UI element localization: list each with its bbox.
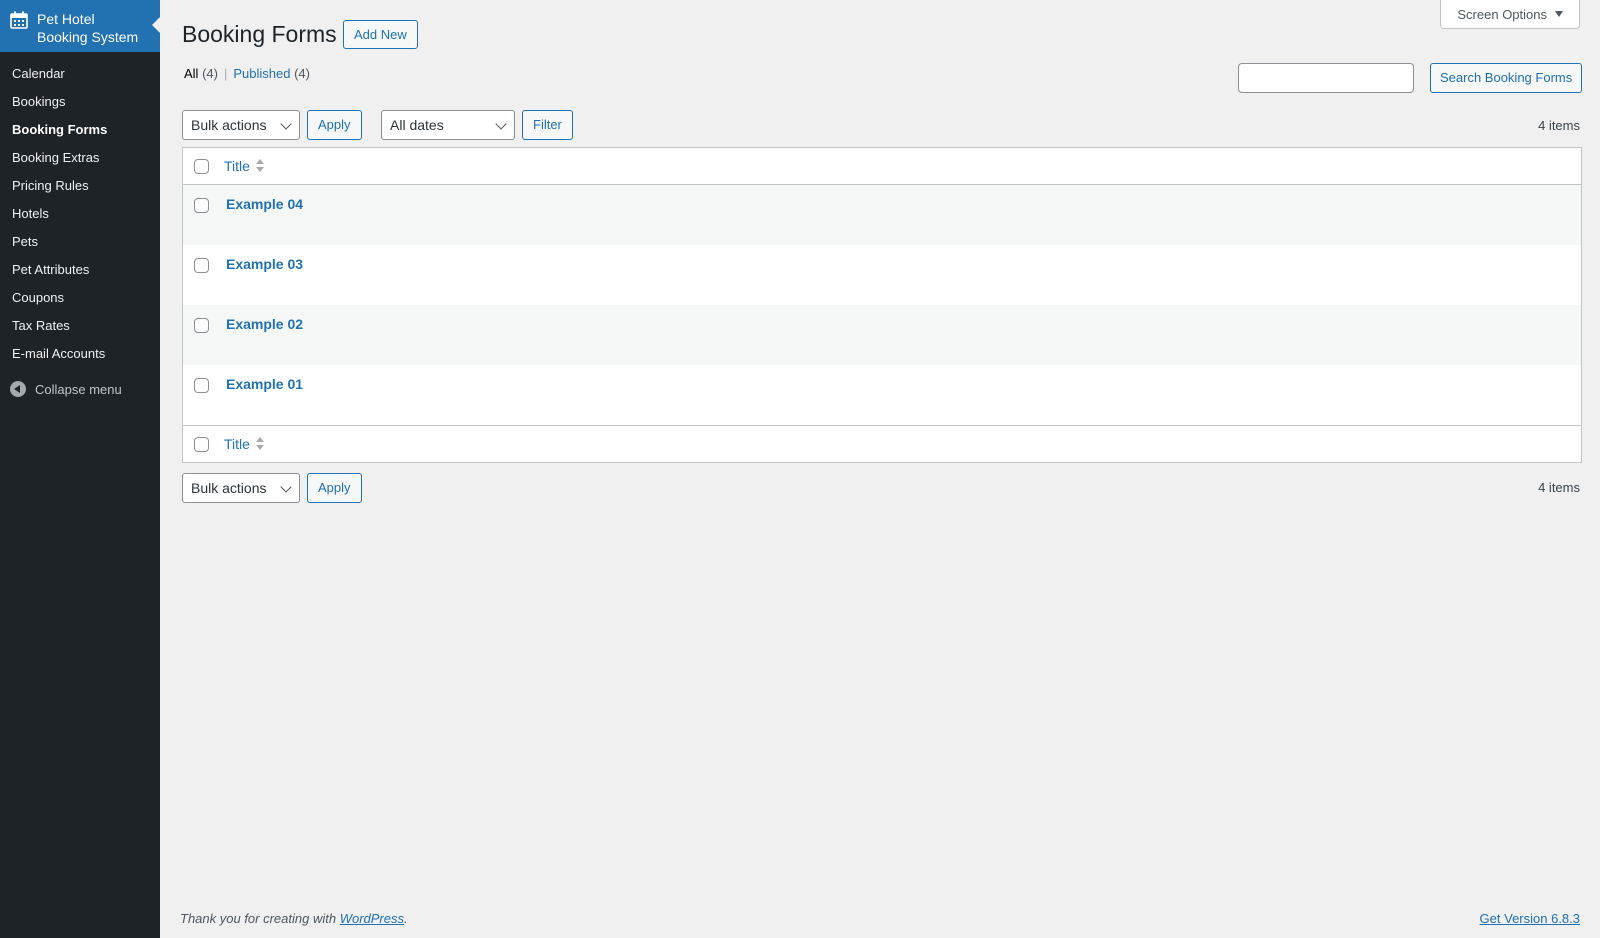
column-title-label: Title <box>224 436 250 452</box>
table-row: Example 02 <box>183 305 1581 365</box>
add-new-button[interactable]: Add New <box>343 20 418 49</box>
caret-down-icon <box>1555 11 1563 17</box>
column-title-header[interactable]: Title <box>224 158 264 174</box>
select-all-checkbox[interactable] <box>194 158 209 174</box>
filter-published-count: (4) <box>294 66 310 81</box>
filter-separator: | <box>223 66 228 81</box>
sidebar-item-booking-extras[interactable]: Booking Extras <box>0 144 160 172</box>
row-title-link[interactable]: Example 01 <box>226 376 303 392</box>
row-title-link[interactable]: Example 02 <box>226 316 303 332</box>
screen-options-label: Screen Options <box>1457 6 1547 22</box>
bulk-actions-select-top[interactable]: Bulk actions <box>182 110 300 140</box>
collapse-menu-button[interactable]: Collapse menu <box>0 372 160 406</box>
bulk-actions-select-bottom[interactable]: Bulk actions <box>182 473 300 503</box>
items-count-bottom: 4 items <box>1538 480 1580 495</box>
screen-options-button[interactable]: Screen Options <box>1440 0 1580 29</box>
sidebar-brand[interactable]: Pet Hotel Booking System <box>0 0 160 52</box>
main-content: Screen Options Booking Forms Add New All… <box>160 0 1600 938</box>
column-title-footer[interactable]: Title <box>224 436 264 452</box>
sort-icon <box>255 159 264 173</box>
bulk-actions-value: Bulk actions <box>191 117 267 133</box>
row-checkbox[interactable] <box>194 318 209 333</box>
row-title-link[interactable]: Example 03 <box>226 256 303 272</box>
sidebar-item-tax-rates[interactable]: Tax Rates <box>0 312 160 340</box>
calendar-icon <box>10 11 28 29</box>
filter-button[interactable]: Filter <box>522 110 573 140</box>
booking-forms-table: Title Example 04 Example 03 Example 02 E… <box>182 147 1582 463</box>
filter-all-link[interactable]: All (4) <box>184 66 218 81</box>
filter-published-link[interactable]: Published (4) <box>233 66 310 81</box>
chevron-down-icon <box>280 118 292 130</box>
row-checkbox[interactable] <box>194 198 209 213</box>
get-version-link[interactable]: Get Version 6.8.3 <box>1480 911 1580 926</box>
sidebar-item-calendar[interactable]: Calendar <box>0 60 160 88</box>
dates-filter-value: All dates <box>390 117 444 133</box>
wordpress-link[interactable]: WordPress <box>340 911 404 926</box>
row-checkbox[interactable] <box>194 378 209 393</box>
footer-thankyou: Thank you for creating with WordPress. <box>180 911 408 926</box>
sidebar-item-pricing-rules[interactable]: Pricing Rules <box>0 172 160 200</box>
table-footer: Title <box>183 425 1581 462</box>
filter-all-label: All <box>184 66 199 81</box>
chevron-down-icon <box>280 481 292 493</box>
table-row: Example 04 <box>183 185 1581 245</box>
sidebar-item-bookings[interactable]: Bookings <box>0 88 160 116</box>
collapse-arrow-icon <box>10 381 26 397</box>
apply-button-bottom[interactable]: Apply <box>307 473 362 503</box>
sidebar-item-coupons[interactable]: Coupons <box>0 284 160 312</box>
sidebar-brand-title: Pet Hotel Booking System <box>37 11 139 45</box>
filter-all-count: (4) <box>202 66 218 81</box>
sidebar-item-booking-forms[interactable]: Booking Forms <box>0 116 160 144</box>
sidebar-item-pets[interactable]: Pets <box>0 228 160 256</box>
items-count-top: 4 items <box>1538 118 1580 133</box>
select-all-checkbox-bottom[interactable] <box>194 436 209 452</box>
search-input[interactable] <box>1238 63 1414 93</box>
sidebar-item-email-accounts[interactable]: E-mail Accounts <box>0 340 160 368</box>
dates-filter-select[interactable]: All dates <box>381 110 515 140</box>
sidebar-item-hotels[interactable]: Hotels <box>0 200 160 228</box>
bulk-actions-value: Bulk actions <box>191 480 267 496</box>
table-row: Example 03 <box>183 245 1581 305</box>
column-title-label: Title <box>224 158 250 174</box>
apply-button-top[interactable]: Apply <box>307 110 362 140</box>
current-menu-arrow <box>152 17 160 33</box>
row-title-link[interactable]: Example 04 <box>226 196 303 212</box>
sidebar-item-pet-attributes[interactable]: Pet Attributes <box>0 256 160 284</box>
table-header: Title <box>183 148 1581 185</box>
row-checkbox[interactable] <box>194 258 209 273</box>
search-button[interactable]: Search Booking Forms <box>1430 63 1583 93</box>
footer-thanks-suffix: . <box>404 911 408 926</box>
admin-sidebar: Pet Hotel Booking System Calendar Bookin… <box>0 0 160 938</box>
post-status-filters: All (4) | Published (4) <box>184 66 310 82</box>
sidebar-menu: Calendar Bookings Booking Forms Booking … <box>0 52 160 368</box>
table-row: Example 01 <box>183 365 1581 425</box>
chevron-down-icon <box>495 118 507 130</box>
sort-icon <box>255 437 264 451</box>
collapse-menu-label: Collapse menu <box>35 381 122 397</box>
footer-thanks-prefix: Thank you for creating with <box>180 911 340 926</box>
page-title: Booking Forms <box>182 21 337 47</box>
filter-published-label: Published <box>233 66 291 81</box>
